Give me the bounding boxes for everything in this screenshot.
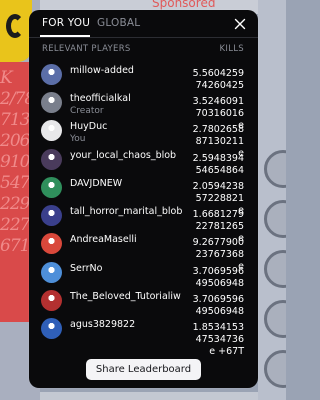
player-name: your_local_chaos_blob <box>70 150 177 161</box>
player-name: agus3829822 <box>70 319 136 330</box>
close-icon[interactable] <box>234 18 246 30</box>
player-avatar <box>41 177 62 198</box>
avatar-image <box>41 177 62 198</box>
player-avatar <box>41 290 62 311</box>
player-name: HuyDuc <box>70 121 108 132</box>
avatar-image <box>41 233 62 254</box>
player-avatar <box>41 318 62 339</box>
player-row[interactable]: The_Beloved_Tutorialiw 3.7069596 49506948 <box>29 288 258 317</box>
player-name: AndreaMaselli <box>70 234 137 245</box>
player-name: millow-added <box>70 65 134 76</box>
player-kills: 3.7069596 49506948 <box>192 266 244 289</box>
avatar-image <box>41 120 62 141</box>
avatar-image <box>41 149 62 170</box>
share-leaderboard-button[interactable]: Share Leaderboard <box>86 359 201 380</box>
player-name: SerrNo <box>70 263 103 274</box>
player-kills: 1.8534153 47534736e +67T <box>192 322 244 357</box>
player-role: Creator <box>70 106 104 116</box>
avatar-image <box>41 318 62 339</box>
player-avatar <box>41 233 62 254</box>
player-avatar <box>41 205 62 226</box>
player-avatar <box>41 149 62 170</box>
tab-divider <box>29 37 258 38</box>
player-name: theofficialkal <box>70 93 131 104</box>
player-row[interactable]: tall_horror_marital_blob 1.6681279 227812… <box>29 203 258 244</box>
tab-global[interactable]: GLOBAL <box>97 17 140 29</box>
player-name: DAVJDNEW <box>70 178 123 189</box>
player-kills: 5.5604259 74260425 <box>192 68 244 91</box>
player-name: The_Beloved_Tutorialiw <box>70 291 181 302</box>
player-row[interactable]: your_local_chaos_blob 2.5948394 54654864 <box>29 147 258 176</box>
player-avatar <box>41 92 62 113</box>
player-row[interactable]: theofficialkal Creator 3.5246091 70316016e <box>29 90 258 131</box>
avatar-image <box>41 92 62 113</box>
player-avatar <box>41 120 62 141</box>
background-yellow-sign <box>0 0 32 62</box>
player-role: You <box>70 134 86 144</box>
player-name: tall_horror_marital_blob <box>70 206 183 217</box>
background-top-text: Sponsored <box>152 0 216 10</box>
relevant-players-header: RELEVANT PLAYERS <box>42 44 131 54</box>
avatar-image <box>41 290 62 311</box>
player-kills: 3.7069596 49506948 <box>192 294 244 317</box>
player-row[interactable]: AndreaMaselli 9.2677900 23767368e <box>29 231 258 272</box>
player-row[interactable]: millow-added 5.5604259 74260425 <box>29 62 258 91</box>
player-row[interactable]: DAVJDNEW 2.0594238 57228821e <box>29 175 258 216</box>
tab-for-you[interactable]: FOR YOU <box>42 17 90 29</box>
player-row[interactable]: HuyDuc You 2.7802658 87130211e <box>29 118 258 159</box>
avatar-image <box>41 205 62 226</box>
avatar-image <box>41 262 62 283</box>
player-kills: 2.5948394 54654864 <box>192 153 244 176</box>
player-avatar <box>41 64 62 85</box>
player-row[interactable]: agus3829822 1.8534153 47534736e +67T <box>29 316 258 357</box>
player-row[interactable]: SerrNo 3.7069596 49506948 <box>29 260 258 289</box>
background-floor <box>40 392 258 400</box>
leaderboard-tabs: FOR YOU GLOBAL <box>29 10 258 38</box>
avatar-image <box>41 64 62 85</box>
leaderboard-panel: FOR YOU GLOBAL RELEVANT PLAYERS KILLS mi… <box>29 10 258 388</box>
background-c-glyph <box>6 14 24 38</box>
player-avatar <box>41 262 62 283</box>
kills-header: KILLS <box>219 44 244 54</box>
